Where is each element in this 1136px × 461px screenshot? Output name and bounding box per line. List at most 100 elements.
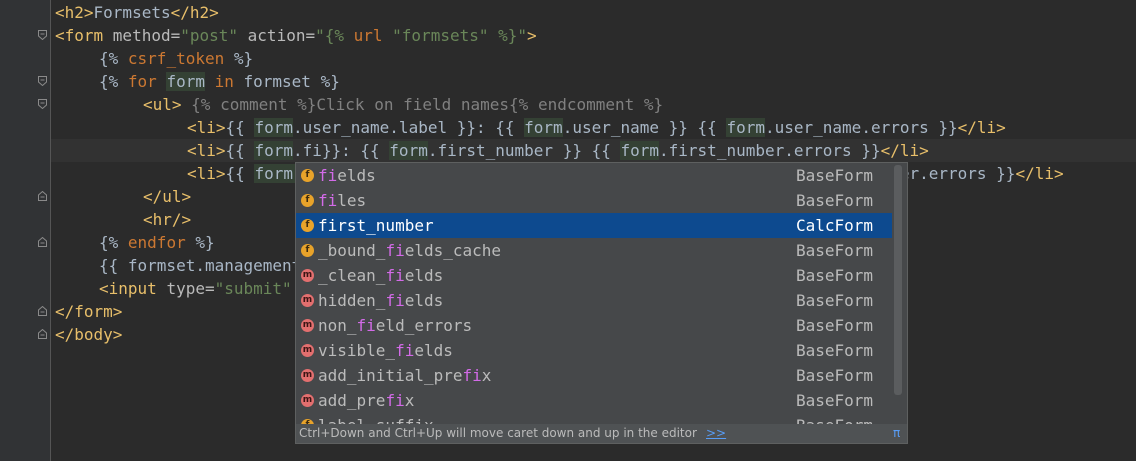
code-token: csrf_token (127, 49, 234, 68)
match-highlight: fi (318, 216, 338, 235)
code-line[interactable]: {% for form in formset %} (55, 70, 340, 93)
fold-icon[interactable] (38, 237, 47, 247)
code-line[interactable]: <form method="post" action="{% url "form… (55, 24, 537, 47)
pi-icon[interactable]: π (893, 424, 900, 443)
name-segment: _clean_ (318, 266, 386, 285)
completion-item[interactable]: f first_number CalcForm (296, 213, 892, 238)
method-icon: m (301, 269, 314, 282)
completion-item-name: hidden_fields (318, 288, 443, 313)
fold-icon[interactable] (38, 329, 47, 339)
code-token: </form> (55, 302, 123, 321)
name-segment: rst_number (337, 216, 434, 235)
code-token: form (254, 141, 293, 160)
completion-item-name: _clean_fields (318, 263, 443, 288)
completion-item-class: BaseForm (796, 291, 874, 310)
code-token: <ul> (143, 95, 182, 114)
code-token: formset %} (243, 72, 340, 91)
fold-icon[interactable] (38, 191, 47, 201)
completion-item-name: label_suffix (318, 413, 434, 424)
code-token: .first_number }} {{ (427, 141, 621, 160)
completion-item-class: BaseForm (796, 266, 874, 285)
code-token: {% (99, 233, 128, 252)
code-line[interactable]: <hr/> (55, 208, 191, 231)
code-token: action= (238, 26, 316, 45)
code-token: .first_number.errors }} (659, 141, 881, 160)
code-token: "post" (180, 26, 239, 45)
code-token: .user_name.errors }} (764, 118, 958, 137)
code-token: </h2> (170, 3, 219, 22)
code-token: </ul> (143, 187, 192, 206)
code-line[interactable]: <li>{{ form.fi}}: {{ form.first_number }… (51, 139, 1136, 162)
fold-icon[interactable] (38, 306, 47, 316)
match-highlight: fi (318, 166, 338, 185)
match-highlight: fi (356, 316, 376, 335)
completion-list[interactable]: f fields BaseForm f files BaseForm f first_numb… (296, 163, 892, 424)
code-token: type= (166, 279, 215, 298)
code-token: {% (99, 72, 128, 91)
code-token: form (726, 118, 765, 137)
completion-item-name: files (318, 188, 366, 213)
completion-item-class: BaseForm (796, 413, 873, 424)
code-token: <h2> (55, 3, 94, 22)
completion-item[interactable]: f fields BaseForm (296, 163, 892, 188)
code-line[interactable]: <ul> {% comment %}Click on field names{%… (55, 93, 663, 116)
fold-icon[interactable] (38, 99, 47, 109)
code-token: <input (99, 279, 167, 298)
name-segment: hidden_ (318, 291, 386, 310)
name-segment: elds (404, 266, 444, 285)
code-token: .user_name }} {{ (562, 118, 727, 137)
gutter-divider (50, 0, 51, 461)
match-highlight: fi (385, 391, 405, 410)
more-link[interactable]: >> (706, 424, 726, 443)
completion-item[interactable]: flabel_suffixBaseForm (296, 413, 892, 424)
name-segment: elds_cache (404, 241, 502, 260)
name-segment: eld_errors (375, 316, 473, 335)
code-line[interactable]: <li>{{ form.user_name.label }}: {{ form.… (55, 116, 1006, 139)
code-token: {% comment %}Click on field names{% endc… (181, 95, 664, 114)
code-line[interactable]: </form> (55, 300, 122, 323)
completion-scrollbar[interactable] (894, 165, 902, 422)
completion-item[interactable]: m visible_fields BaseForm (296, 338, 892, 363)
code-token: method= (112, 26, 181, 45)
completion-popup[interactable]: f fields BaseForm f files BaseForm f first_numb… (295, 162, 908, 444)
method-icon: m (301, 369, 314, 382)
code-token: </li> (957, 118, 1006, 137)
fold-icon[interactable] (38, 30, 47, 40)
completion-item[interactable]: m add_initial_prefix BaseForm (296, 363, 892, 388)
completion-item-name: add_prefix (318, 388, 414, 413)
completion-item[interactable]: m non_field_errors BaseForm (296, 313, 892, 338)
completion-item[interactable]: m _clean_fields BaseForm (296, 263, 892, 288)
code-line[interactable]: {% endfor %} (55, 231, 215, 254)
code-line[interactable]: </ul> (55, 185, 191, 208)
code-token: {{ (225, 118, 255, 137)
name-segment: label_suffix (318, 416, 434, 424)
code-token: endfor (127, 233, 196, 252)
field-icon: f (301, 169, 314, 182)
field-icon: f (301, 219, 314, 232)
code-token: form (389, 141, 428, 160)
completion-footer: Ctrl+Down and Ctrl+Up will move caret do… (296, 424, 907, 443)
name-segment: elds (404, 291, 444, 310)
name-segment: visible_ (318, 341, 396, 360)
fold-icon[interactable] (38, 76, 47, 86)
code-token: %} (233, 49, 254, 68)
completion-item[interactable]: m hidden_fields BaseForm (296, 288, 892, 313)
code-token: </body> (55, 325, 123, 344)
code-line[interactable]: <h2>Formsets</h2> (55, 1, 219, 24)
completion-item[interactable]: f files BaseForm (296, 188, 892, 213)
code-token: form (166, 72, 205, 91)
completion-item-class: BaseForm (796, 341, 874, 360)
code-line[interactable]: </body> (55, 323, 122, 346)
code-line[interactable]: {% csrf_token %} (55, 47, 253, 70)
scrollbar-thumb[interactable] (894, 165, 902, 395)
code-token: </li> (1015, 164, 1064, 183)
completion-item-class: CalcForm (796, 216, 874, 235)
completion-item[interactable]: m add_prefix BaseForm (296, 388, 892, 413)
completion-item[interactable]: f _bound_fields_cache BaseForm (296, 238, 892, 263)
completion-item-name: first_number (318, 213, 434, 238)
match-highlight: fi (395, 341, 415, 360)
method-icon: m (301, 319, 314, 332)
method-icon: m (301, 394, 314, 407)
completion-item-class: BaseForm (796, 366, 874, 385)
completion-item-name: _bound_fields_cache (318, 238, 501, 263)
